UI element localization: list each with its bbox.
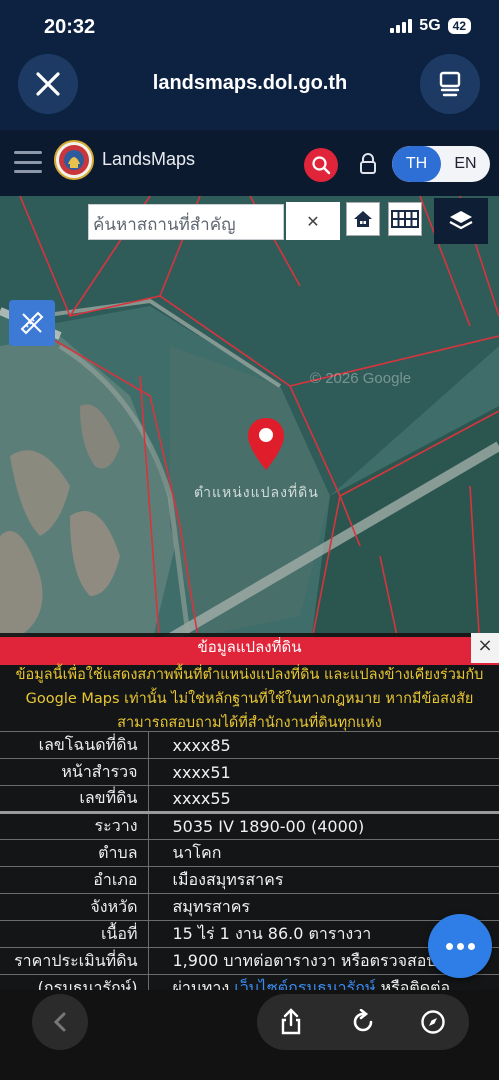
satellite-map[interactable]: ค้นหาสถานที่สำคัญ ✕ © 2026 Google ตำแหน่… [0,196,499,650]
grid-icon [391,210,419,228]
status-bar: 20:32 5G 42 [0,0,499,52]
share-icon [281,1008,301,1035]
tabs-icon [439,71,461,97]
table-row: จังหวัด สมุทรสาคร [0,893,499,921]
close-tab-button[interactable] [18,54,78,114]
chevron-left-icon [53,1012,66,1032]
compass-icon [421,1010,445,1034]
panel-close-button[interactable]: × [471,633,499,663]
panel-title: ข้อมูลแปลงที่ดิน [0,637,499,665]
clear-search-button[interactable]: ✕ [286,202,340,240]
login-button[interactable] [358,152,378,180]
layers-button[interactable] [434,198,488,244]
parcel-info-panel: ข้อมูลแปลงที่ดิน × ข้อมูลนี้เพื่อใช้แสดง… [0,633,499,993]
lock-icon [360,153,376,174]
row-label: ระวาง [0,811,149,840]
row-value: เมืองสมุทรสาคร [148,866,499,894]
grid-button[interactable] [388,202,422,236]
row-label: เนื้อที่ [0,920,149,948]
row-label: จังหวัด [0,893,149,921]
row-value: xxxx85 [148,731,499,759]
table-row: เนื้อที่ 15 ไร่ 1 งาน 86.0 ตารางวา [0,920,499,948]
clear-icon: ✕ [306,211,320,231]
app-header: LandsMaps TH EN [0,130,499,196]
tabs-button[interactable] [420,54,480,114]
home-icon [354,211,372,227]
parcel-label: ตำแหน่งแปลงที่ดิน [194,485,319,501]
row-label: หน้าสำรวจ [0,758,149,786]
network-label: 5G [419,17,441,34]
table-row: ตำบล นาโคก [0,839,499,867]
parcel-info-table: เลขโฉนดที่ดิน xxxx85 หน้าสำรวจ xxxx51 เลขท… [0,731,499,993]
table-row: หน้าสำรวจ xxxx51 [0,758,499,786]
language-toggle[interactable]: TH EN [392,146,490,182]
browser-bar: landsmaps.dol.go.th [0,52,499,130]
menu-icon[interactable] [14,151,42,173]
table-row: เลขโฉนดที่ดิน xxxx85 [0,731,499,759]
share-button[interactable] [275,1006,307,1038]
table-row: ราคาประเมินที่ดิน 1,900 บาทต่อตารางวา หรื… [0,947,499,975]
signal-icon [390,19,413,33]
row-label: เลขโฉนดที่ดิน [0,731,149,759]
map-watermark: © 2026 Google [310,370,412,387]
reload-button[interactable] [347,1006,379,1038]
ruler-pencil-icon [20,311,44,335]
place-search-input[interactable]: ค้นหาสถานที่สำคัญ [88,204,284,240]
dol-logo [54,140,94,180]
layers-icon [449,211,473,230]
close-icon [36,72,60,96]
row-label: ราคาประเมินที่ดิน [0,947,149,975]
lang-th-button[interactable]: TH [392,146,441,182]
row-value: xxxx51 [148,758,499,786]
lang-en-button[interactable]: EN [441,146,490,182]
row-value: xxxx55 [148,785,499,813]
back-button[interactable] [32,994,88,1050]
search-icon [312,156,331,175]
compass-button[interactable] [417,1006,449,1038]
status-indicators: 5G 42 [390,17,471,35]
table-row: อำเภอ เมืองสมุทรสาคร [0,866,499,894]
reload-icon [353,1009,373,1032]
measure-tool-button[interactable] [9,300,55,346]
home-button[interactable] [346,202,380,236]
table-row: เลขที่ดิน xxxx55 [0,785,499,813]
row-value: 5035 IV 1890-00 (4000) [148,811,499,840]
url-text[interactable]: landsmaps.dol.go.th [90,72,410,95]
location-pin-icon[interactable] [246,416,286,476]
clock: 20:32 [44,16,96,38]
row-label: อำเภอ [0,866,149,894]
row-label: เลขที่ดิน [0,785,149,813]
row-label: ตำบล [0,839,149,867]
browser-bottom-bar [0,990,499,1080]
browser-actions [257,994,469,1050]
search-button[interactable] [304,148,338,182]
row-value: นาโคก [148,839,499,867]
table-row: ระวาง 5035 IV 1890-00 (4000) [0,811,499,840]
disclaimer-notice: ข้อมูลนี้เพื่อใช้แสดงสภาพพื้นที่ตำแหน่งแ… [15,667,484,731]
brand-name: LandsMaps [102,149,196,169]
more-options-button[interactable] [428,914,492,978]
battery-icon: 42 [447,18,471,34]
